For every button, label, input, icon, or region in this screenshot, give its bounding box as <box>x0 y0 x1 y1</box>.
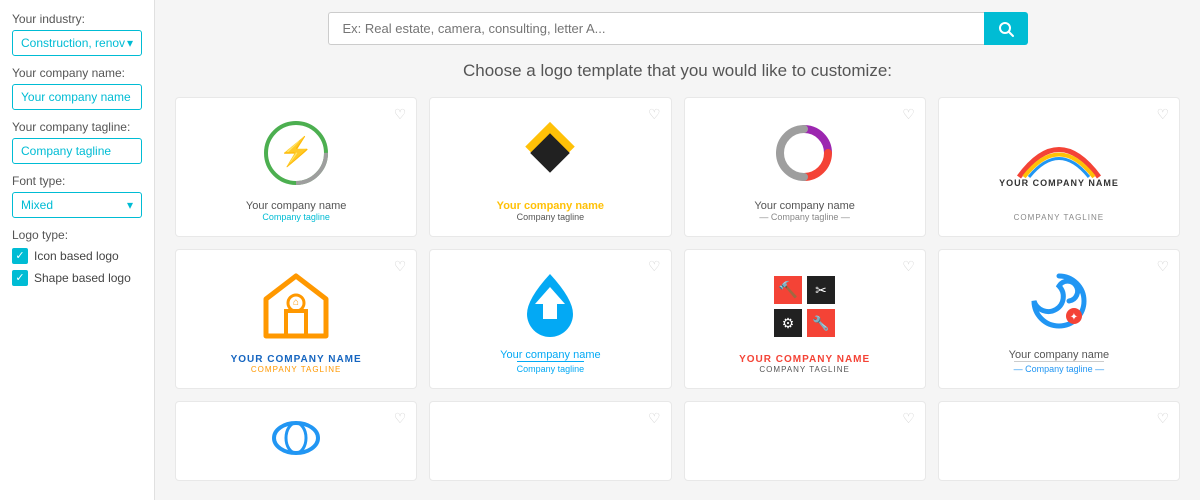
heart-icon-1[interactable]: ♡ <box>394 106 407 123</box>
logo-name-5: YOUR COMPANY NAME <box>231 354 362 365</box>
chevron-down-icon: ▾ <box>127 36 133 50</box>
svg-text:⌂: ⌂ <box>293 297 299 308</box>
logo-card-5[interactable]: ♡ ⌂ YOUR COMPANY NAME COMPANY TAGLINE <box>175 249 417 389</box>
logo-svg-2 <box>442 114 658 192</box>
shape-based-checkbox-row[interactable]: Shape based logo <box>12 270 142 286</box>
logo-card-2[interactable]: ♡ Your company name Company tagline <box>429 97 671 237</box>
heart-icon-6[interactable]: ♡ <box>648 258 661 275</box>
industry-select[interactable]: Construction, renov ▾ <box>12 30 142 56</box>
heart-icon-10[interactable]: ♡ <box>648 410 661 427</box>
heart-icon-3[interactable]: ♡ <box>902 106 915 123</box>
industry-label: Your industry: <box>12 12 142 26</box>
logo-card-7[interactable]: ♡ 🔨 ✂ ⚙ 🔧 YOUR COMPANY NAME COMPANY TAGL… <box>684 249 926 389</box>
logo-card-3[interactable]: ♡ Your company name — Company tagline — <box>684 97 926 237</box>
logo-tagline-3: — Company tagline — <box>759 212 850 222</box>
heart-icon-7[interactable]: ♡ <box>902 258 915 275</box>
logo-card-9[interactable]: ♡ <box>175 401 417 481</box>
shape-based-checkbox[interactable] <box>12 270 28 286</box>
logo-tagline-7: COMPANY TAGLINE <box>759 365 849 374</box>
svg-text:🔧: 🔧 <box>812 314 829 332</box>
logo-type-label: Logo type: <box>12 228 142 242</box>
svg-text:🔨: 🔨 <box>778 280 798 299</box>
logo-grid: ♡ ⚡ Your company name Company tagline ♡ … <box>175 97 1180 481</box>
tagline-input[interactable] <box>12 138 142 164</box>
logo-tagline-2: Company tagline <box>517 212 585 222</box>
logo-svg-6 <box>442 266 658 341</box>
logo-name-1: Your company name <box>246 200 347 212</box>
search-icon <box>998 21 1014 37</box>
logo-svg-3 <box>697 114 913 192</box>
logo-card-10[interactable]: ♡ <box>429 401 671 481</box>
heart-icon-4[interactable]: ♡ <box>1156 106 1169 123</box>
font-select[interactable]: Mixed ▾ <box>12 192 142 218</box>
logo-name-3: Your company name <box>754 200 855 212</box>
logo-card-6[interactable]: ♡ Your company name Company tagline <box>429 249 671 389</box>
logo-svg-9 <box>188 418 404 458</box>
heart-icon-12[interactable]: ♡ <box>1156 410 1169 427</box>
tagline-label: Your company tagline: <box>12 120 142 134</box>
heart-icon-8[interactable]: ♡ <box>1156 258 1169 275</box>
svg-text:⚡: ⚡ <box>279 135 314 168</box>
company-name-input[interactable] <box>12 84 142 110</box>
logo-svg-8: ✦ <box>951 266 1167 341</box>
icon-based-checkbox[interactable] <box>12 248 28 264</box>
logo-svg-5: ⌂ <box>188 266 404 346</box>
logo-card-4[interactable]: ♡ YOUR COMPANY NAME COMPANY TAGLINE <box>938 97 1180 237</box>
search-button[interactable] <box>984 12 1028 45</box>
logo-type-section: Logo type: Icon based logo Shape based l… <box>12 228 142 286</box>
chevron-down-icon: ▾ <box>127 198 133 212</box>
heart-icon-11[interactable]: ♡ <box>902 410 915 427</box>
search-bar <box>328 12 1028 45</box>
logo-name-6: Your company name <box>500 349 601 361</box>
main-content: Choose a logo template that you would li… <box>155 0 1200 500</box>
logo-card-11[interactable]: ♡ <box>684 401 926 481</box>
heart-icon-9[interactable]: ♡ <box>394 410 407 427</box>
icon-based-label: Icon based logo <box>34 249 119 263</box>
svg-text:YOUR COMPANY NAME: YOUR COMPANY NAME <box>999 178 1119 188</box>
svg-text:✂: ✂ <box>815 282 827 298</box>
icon-based-checkbox-row[interactable]: Icon based logo <box>12 248 142 264</box>
logo-card-1[interactable]: ♡ ⚡ Your company name Company tagline <box>175 97 417 237</box>
logo-card-8[interactable]: ♡ ✦ Your company name — Company tagline … <box>938 249 1180 389</box>
logo-svg-1: ⚡ <box>188 114 404 192</box>
heart-icon-5[interactable]: ♡ <box>394 258 407 275</box>
logo-tagline-8: — Company tagline — <box>1014 361 1105 374</box>
logo-name-2: Your company name <box>497 200 604 212</box>
company-name-label: Your company name: <box>12 66 142 80</box>
logo-svg-4: YOUR COMPANY NAME <box>951 114 1167 205</box>
logo-tagline-4: COMPANY TAGLINE <box>1014 213 1104 222</box>
logo-svg-7: 🔨 ✂ ⚙ 🔧 <box>697 266 913 346</box>
page-title: Choose a logo template that you would li… <box>175 61 1180 81</box>
shape-based-label: Shape based logo <box>34 271 131 285</box>
logo-tagline-1: Company tagline <box>262 212 330 222</box>
logo-name-7: YOUR COMPANY NAME <box>739 354 870 365</box>
heart-icon-2[interactable]: ♡ <box>648 106 661 123</box>
font-label: Font type: <box>12 174 142 188</box>
sidebar: Your industry: Construction, renov ▾ You… <box>0 0 155 500</box>
search-input[interactable] <box>328 12 984 45</box>
logo-name-8: Your company name <box>1009 349 1110 361</box>
logo-tagline-5: COMPANY TAGLINE <box>251 365 341 374</box>
svg-text:⚙: ⚙ <box>782 315 795 331</box>
svg-text:✦: ✦ <box>1070 312 1078 323</box>
logo-card-12[interactable]: ♡ <box>938 401 1180 481</box>
logo-tagline-6: Company tagline <box>517 361 585 374</box>
